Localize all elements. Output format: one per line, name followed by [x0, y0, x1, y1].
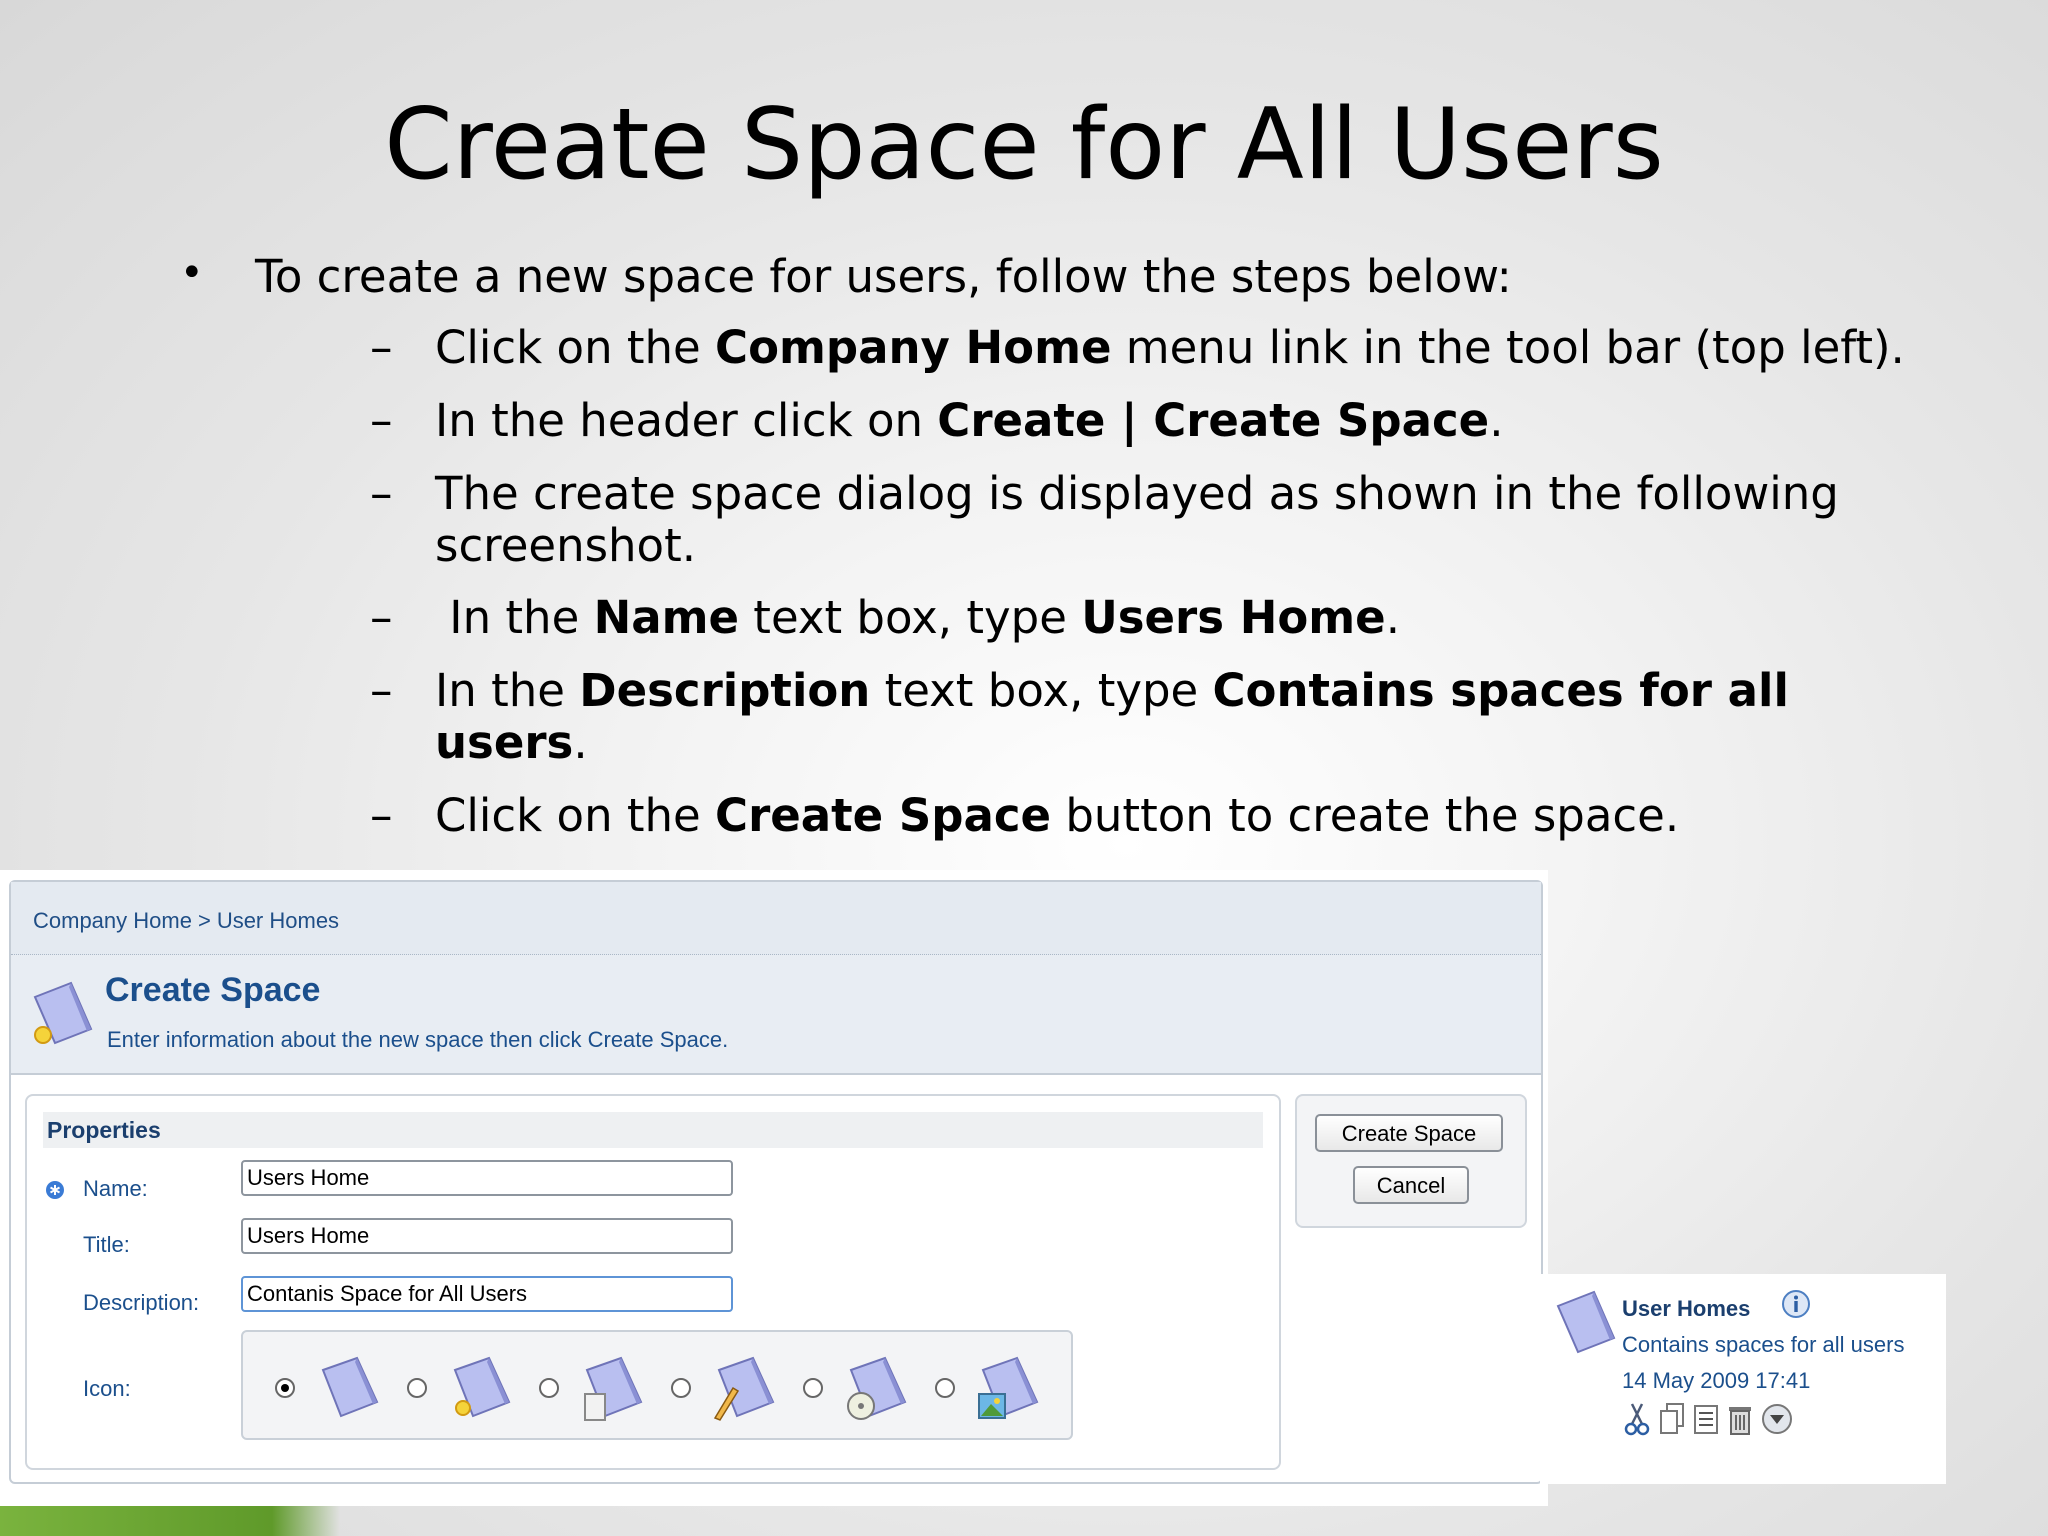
step-text: The create space dialog is displayed as …	[435, 467, 1839, 572]
space-modified-date: 14 May 2009 17:41	[1622, 1368, 1811, 1393]
space-edit-icon	[713, 1356, 775, 1421]
actions-panel: Create Space Cancel	[1295, 1094, 1527, 1228]
properties-heading: Properties	[47, 1117, 161, 1143]
dash-symbol: –	[370, 591, 393, 644]
icon-radio-3[interactable]	[539, 1378, 559, 1398]
create-space-dialog-screenshot: Company Home > User Homes Create Space Ent…	[0, 870, 1548, 1506]
description-input[interactable]	[241, 1276, 733, 1312]
space-image-icon	[978, 1356, 1039, 1419]
icon-picker	[241, 1330, 1073, 1440]
delete-icon[interactable]	[1726, 1402, 1754, 1436]
cancel-button[interactable]: Cancel	[1353, 1166, 1469, 1204]
user-homes-space-card: User Homes Contains spaces for all users…	[1540, 1274, 1946, 1484]
cut-icon[interactable]	[1622, 1402, 1652, 1436]
title-input[interactable]	[241, 1218, 733, 1254]
create-space-icon	[33, 981, 93, 1045]
breadcrumb-separator: >	[197, 908, 211, 933]
space-document-icon	[584, 1356, 643, 1421]
icon-radio-5[interactable]	[803, 1378, 823, 1398]
details-icon[interactable]	[1692, 1402, 1720, 1436]
step-text: In the Description text box, type Contai…	[435, 664, 1789, 769]
name-input[interactable]	[241, 1160, 733, 1196]
step-text: Click on the Company Home menu link in t…	[435, 321, 1905, 374]
copy-icon[interactable]	[1658, 1402, 1686, 1436]
description-label: Description:	[83, 1290, 200, 1315]
icon-radio-4[interactable]	[671, 1378, 691, 1398]
space-actions	[1622, 1402, 1822, 1438]
dash-symbol: –	[370, 467, 393, 520]
space-icon	[1556, 1290, 1616, 1354]
breadcrumb-company-home[interactable]: Company Home	[33, 908, 192, 933]
icon-label: Icon:	[83, 1376, 131, 1401]
bullet-symbol: •	[180, 250, 204, 296]
create-space-button[interactable]: Create Space	[1315, 1114, 1503, 1152]
space-new-icon	[453, 1356, 511, 1418]
properties-header: Properties	[43, 1112, 1263, 1148]
slide-title: Create Space for All Users	[384, 88, 1664, 202]
dash-symbol: –	[370, 394, 393, 447]
icon-radio-1[interactable]	[275, 1378, 295, 1398]
required-icon	[46, 1181, 64, 1199]
step-text: In the header click on Create | Create S…	[435, 394, 1504, 447]
space-icon	[321, 1356, 379, 1418]
dash-symbol: –	[370, 789, 393, 842]
icon-radio-6[interactable]	[935, 1378, 955, 1398]
icon-radio-2[interactable]	[407, 1378, 427, 1398]
breadcrumb-bar: Company Home > User Homes	[11, 882, 1541, 955]
space-cd-icon	[847, 1356, 907, 1420]
more-actions-icon[interactable]	[1760, 1402, 1794, 1436]
breadcrumb-user-homes[interactable]: User Homes	[217, 908, 339, 933]
step-text: Click on the Create Space button to crea…	[435, 789, 1680, 842]
dash-symbol: –	[370, 321, 393, 374]
dialog-subtitle: Enter information about the new space th…	[107, 1027, 729, 1052]
intro-text: To create a new space for users, follow …	[255, 250, 1512, 303]
breadcrumb: Company Home > User Homes	[33, 908, 345, 934]
dash-symbol: –	[370, 664, 393, 717]
info-icon[interactable]	[1780, 1288, 1812, 1320]
dialog-title: Create Space	[105, 971, 321, 1009]
properties-panel: Properties Name: Title: Description: Ico…	[25, 1094, 1281, 1470]
brand-green-bar	[0, 1505, 340, 1536]
step-text: In the Name text box, type Users Home.	[435, 591, 1400, 644]
space-description: Contains spaces for all users	[1622, 1332, 1905, 1357]
title-label: Title:	[83, 1232, 130, 1257]
dialog-header: Create Space Enter information about the…	[11, 955, 1541, 1075]
dialog-frame: Company Home > User Homes Create Space Ent…	[9, 880, 1543, 1484]
name-label: Name:	[83, 1176, 148, 1201]
space-title-link[interactable]: User Homes	[1622, 1296, 1750, 1322]
